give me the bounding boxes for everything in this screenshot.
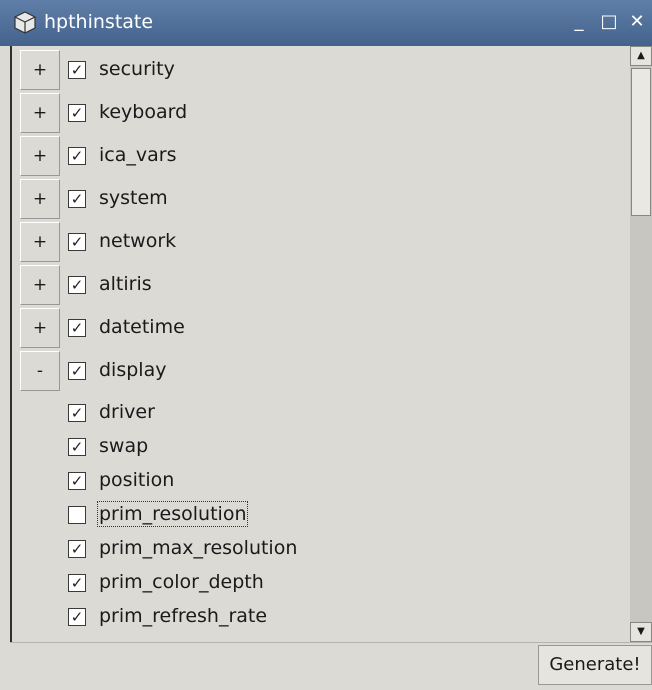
checkbox[interactable] (68, 506, 86, 524)
checkbox[interactable]: ✓ (68, 438, 86, 456)
collapse-button[interactable]: - (20, 351, 60, 391)
maximize-button[interactable]: □ (596, 9, 622, 35)
checkbox[interactable]: ✓ (68, 147, 86, 165)
close-button[interactable]: ✕ (624, 9, 650, 35)
tree-item-label: swap (99, 435, 149, 457)
window-title: hpthinstate (44, 11, 154, 33)
tree-group-row: + ✓ security (12, 50, 632, 90)
checkbox[interactable]: ✓ (68, 104, 86, 122)
tree-group-row: + ✓ altiris (12, 265, 632, 305)
expand-button[interactable]: + (20, 93, 60, 133)
tree-group-row: + ✓ network (12, 222, 632, 262)
tree-group-row: + ✓ datetime (12, 308, 632, 348)
tree-child-row: ✓ prim_refresh_rate (12, 600, 632, 634)
tree-item-label: security (99, 58, 175, 80)
tree-child-row: prim_resolution (12, 498, 632, 532)
checkbox[interactable]: ✓ (68, 608, 86, 626)
tree-child-row: ✓ swap (12, 430, 632, 464)
expand-button[interactable]: + (20, 265, 60, 305)
tree-group-row: - ✓ display (12, 351, 632, 391)
tree-item-label: datetime (99, 316, 185, 338)
checkbox[interactable]: ✓ (68, 233, 86, 251)
checkbox[interactable]: ✓ (68, 472, 86, 490)
generate-button[interactable]: Generate! (538, 645, 652, 685)
checkbox[interactable]: ✓ (68, 540, 86, 558)
expand-button[interactable]: + (20, 308, 60, 348)
tree-item-label: prim_resolution (96, 501, 249, 527)
expand-button[interactable]: + (20, 136, 60, 176)
tree-group-row: + ✓ ica_vars (12, 136, 632, 176)
checkbox[interactable]: ✓ (68, 276, 86, 294)
tree-item-label: display (99, 359, 167, 381)
tree-child-row: ✓ prim_color_depth (12, 566, 632, 600)
checkbox[interactable]: ✓ (68, 404, 86, 422)
tree-child-row: ✓ prim_max_resolution (12, 532, 632, 566)
tree-child-row: ✓ prim_resolution (12, 634, 632, 642)
scrollbar-thumb[interactable] (631, 68, 651, 216)
expand-button[interactable]: + (20, 50, 60, 90)
expand-button[interactable]: + (20, 222, 60, 262)
minimize-button[interactable]: _ (566, 9, 592, 35)
checkbox[interactable]: ✓ (68, 190, 86, 208)
tree-child-row: ✓ position (12, 464, 632, 498)
tree-group-row: + ✓ keyboard (12, 93, 632, 133)
tree-item-label: position (99, 469, 175, 491)
tree-item-label: system (99, 187, 168, 209)
tree-item-label: prim_color_depth (99, 571, 264, 593)
tree-group-row: + ✓ system (12, 179, 632, 219)
window-frame (0, 46, 10, 689)
tree-item-label: altiris (99, 273, 152, 295)
vertical-scrollbar[interactable]: ▲ ▼ (630, 46, 652, 642)
scroll-down-button[interactable]: ▼ (630, 622, 652, 642)
checkbox[interactable]: ✓ (68, 574, 86, 592)
title-bar[interactable]: hpthinstate _ □ ✕ (0, 0, 652, 46)
tree-item-label: ica_vars (99, 144, 177, 166)
checkbox[interactable]: ✓ (68, 319, 86, 337)
tree-item-label: prim_refresh_rate (99, 605, 268, 627)
expand-button[interactable]: + (20, 179, 60, 219)
tree-item-label: network (99, 230, 177, 252)
scroll-up-button[interactable]: ▲ (630, 46, 652, 66)
checkbox[interactable]: ✓ (68, 61, 86, 79)
cube-icon (14, 11, 36, 34)
tree-item-label: prim_max_resolution (99, 537, 298, 559)
tree-item-label: keyboard (99, 101, 188, 123)
checkbox[interactable]: ✓ (68, 362, 86, 380)
settings-tree: + ✓ security + ✓ keyboard + ✓ ica_vars +… (10, 46, 632, 642)
tree-child-row: ✓ driver (12, 396, 632, 430)
tree-item-label: driver (99, 401, 155, 423)
footer-bar: Generate! (10, 642, 652, 690)
